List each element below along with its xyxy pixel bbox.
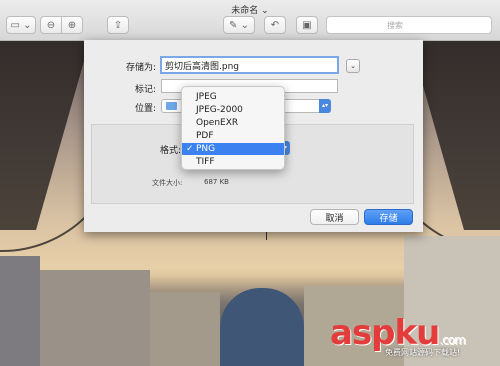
rotate-icon: ↶ xyxy=(270,19,280,31)
zoom-in-icon: ⊕ xyxy=(67,19,77,31)
watermark-subtitle: 免费网站源码下载站! xyxy=(385,348,461,357)
checkmark-icon: ✓ xyxy=(186,144,194,154)
menu-item-jpeg-2000[interactable]: JPEG-2000 xyxy=(182,104,284,116)
location-label: 位置: xyxy=(134,104,156,114)
share-icon: ⇪ xyxy=(113,19,123,31)
format-menu: JPEG JPEG-2000 OpenEXR PDF ✓ PNG TIFF xyxy=(181,86,285,170)
zoom-in-button[interactable]: ⊕ xyxy=(61,16,83,34)
folder-icon xyxy=(166,102,177,110)
menu-item-jpeg[interactable]: JPEG xyxy=(182,91,284,103)
file-size-label: 文件大小: xyxy=(152,179,183,187)
share-button[interactable]: ⇪ xyxy=(107,16,129,34)
building xyxy=(0,256,40,366)
save-button[interactable]: 存储 xyxy=(364,209,413,225)
format-label: 格式: xyxy=(160,146,182,156)
menu-item-png[interactable]: ✓ PNG xyxy=(182,143,284,155)
save-as-label: 存储为: xyxy=(125,63,156,73)
zoom-out-button[interactable]: ⊖ xyxy=(40,16,62,34)
stepper-arrows-icon: ▴▾ xyxy=(319,99,331,113)
markup-button[interactable]: ✎ ⌄ xyxy=(223,16,255,34)
rotate-button[interactable]: ↶ xyxy=(264,16,286,34)
save-as-field[interactable]: 剪切后高清图.png xyxy=(160,56,339,74)
tags-label: 标记: xyxy=(134,85,156,95)
zoom-out-icon: ⊖ xyxy=(46,19,56,31)
cancel-button[interactable]: 取消 xyxy=(310,209,359,225)
domed-building xyxy=(220,288,304,366)
pen-icon: ✎ ⌄ xyxy=(229,19,249,31)
file-size-value: 687 KB xyxy=(204,178,229,186)
menu-item-tiff[interactable]: TIFF xyxy=(182,156,284,168)
toolbox-icon: ▣ xyxy=(302,19,312,31)
building xyxy=(150,292,220,366)
expand-button[interactable]: ⌄ xyxy=(346,59,360,73)
watermark-suffix: .com xyxy=(439,333,465,347)
building xyxy=(40,270,150,366)
menu-item-pdf[interactable]: PDF xyxy=(182,130,284,142)
toolbox-button[interactable]: ▣ xyxy=(296,16,318,34)
sidebar-icon: ▭ ⌄ xyxy=(10,19,32,31)
menu-item-label: PNG xyxy=(196,144,216,154)
window-title[interactable]: 未命名 ⌄ xyxy=(0,3,500,16)
chevron-down-icon: ⌄ xyxy=(350,62,356,70)
search-placeholder: 搜索 xyxy=(387,21,403,30)
window-toolbar: 未命名 ⌄ ▭ ⌄ ⊖ ⊕ ⇪ ✎ ⌄ ↶ ▣ 搜索 xyxy=(0,0,500,41)
sidebar-toggle-button[interactable]: ▭ ⌄ xyxy=(6,16,36,34)
search-input[interactable]: 搜索 xyxy=(326,16,492,34)
menu-item-openexr[interactable]: OpenEXR xyxy=(182,117,284,129)
